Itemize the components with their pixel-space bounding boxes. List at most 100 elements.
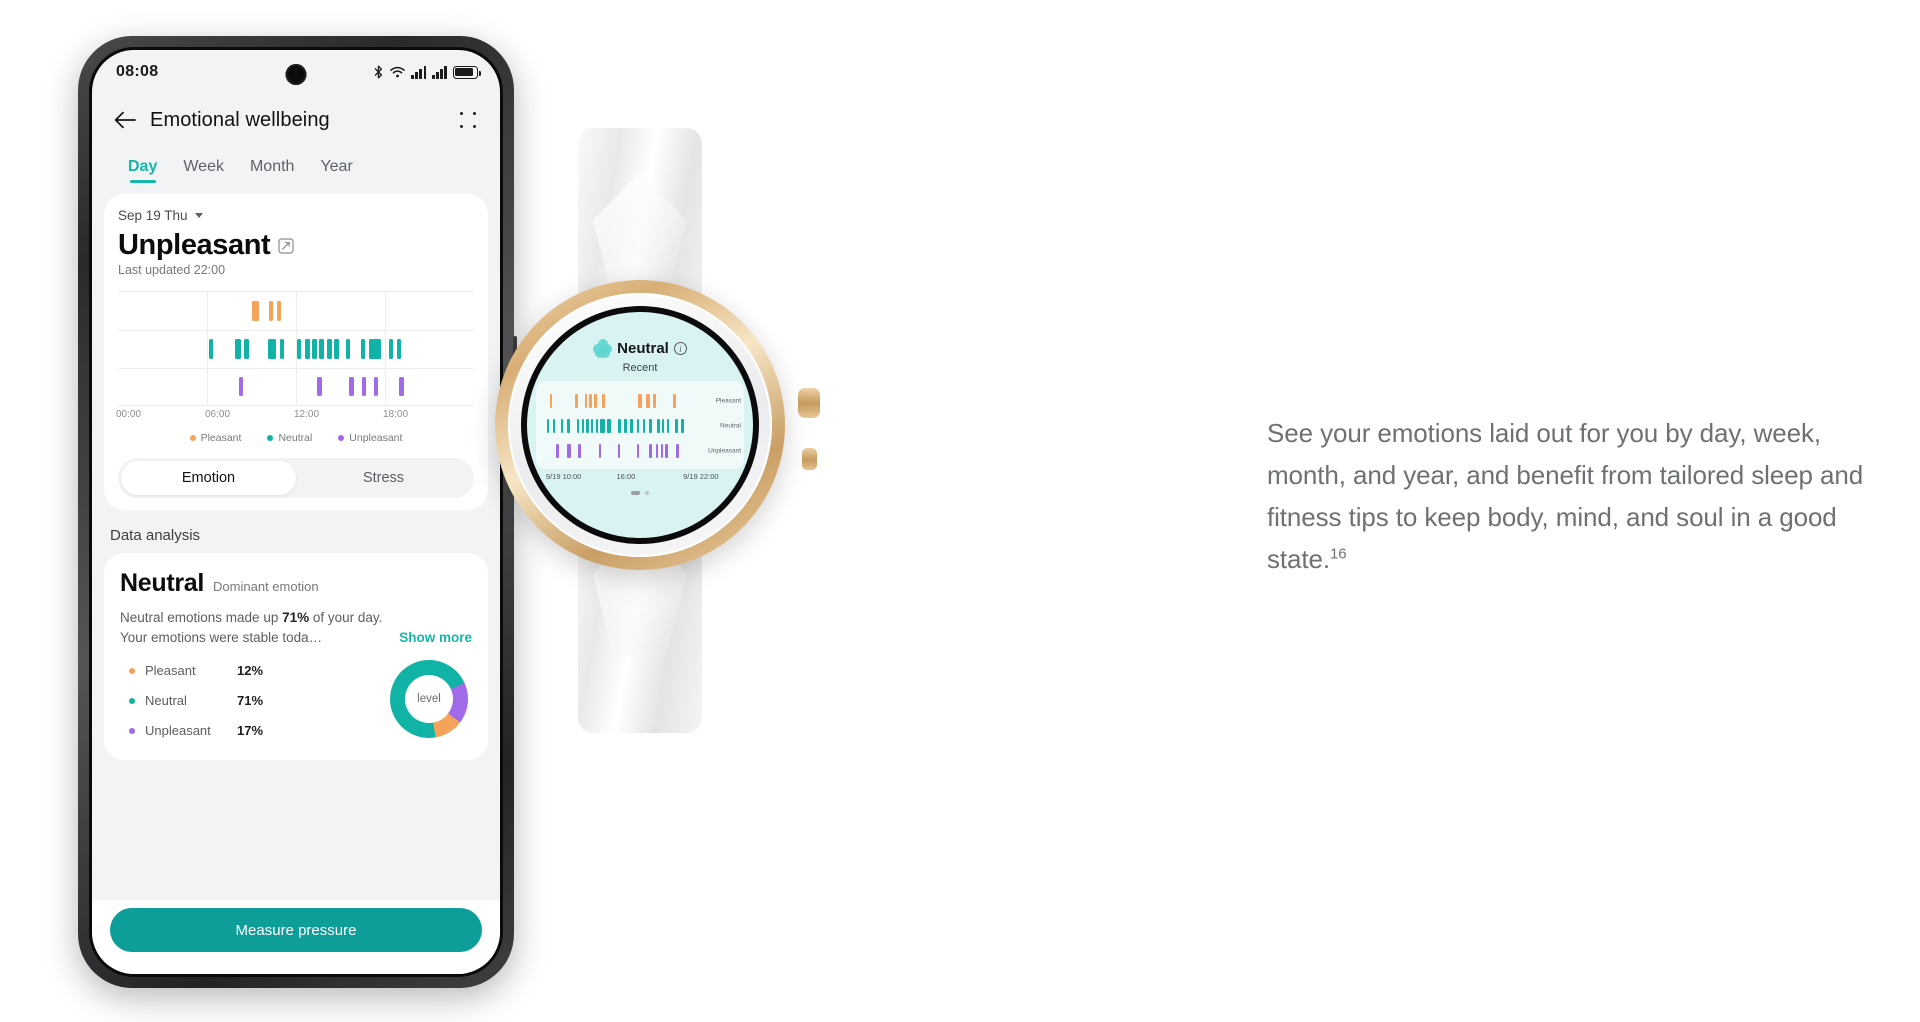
back-arrow-icon[interactable]: [114, 111, 136, 129]
chart-lane-unpleasant: [118, 368, 474, 406]
chart-legend: Pleasant Neutral Unpleasant: [118, 432, 474, 444]
watch-crown[interactable]: [798, 388, 820, 418]
watch-chart-bar: [649, 444, 652, 458]
legend-label: Neutral: [278, 432, 313, 445]
chart-x-axis: 00:00 06:00 12:00 18:00: [116, 409, 474, 427]
chart-bar: [297, 339, 302, 359]
chart-bar: [269, 301, 274, 322]
watch-x-axis-label: 9/19 10:00: [545, 472, 582, 481]
tab-week[interactable]: Week: [183, 158, 224, 183]
page-title: Emotional wellbeing: [150, 108, 330, 131]
chart-bar: [333, 339, 339, 359]
watch-chart-bar: [636, 444, 640, 458]
watch-lane-label: Unpleasant: [708, 447, 741, 455]
watch-chart-bar: [676, 444, 679, 458]
chart-bar: [345, 339, 350, 359]
wifi-icon: [390, 66, 405, 78]
chart-lane-neutral: [118, 330, 474, 368]
legend-item: Unpleasant: [338, 432, 402, 444]
footnote-marker: 16: [1330, 545, 1347, 563]
legend-label: Unpleasant: [349, 432, 403, 445]
tab-day[interactable]: Day: [128, 158, 157, 183]
dominant-emotion-row: Neutral Dominant emotion: [120, 569, 472, 598]
phone-screen: 08:08 Emotional wellbeing Day Week Month…: [92, 50, 500, 974]
mood-row: Unpleasant: [118, 230, 474, 260]
chart-bar: [276, 301, 281, 322]
watch-chart-bar: [673, 394, 676, 408]
watch-chart-bar: [584, 394, 588, 408]
watch-lane-label: Pleasant: [715, 397, 741, 405]
watch-chart-bar: [598, 444, 602, 458]
watch-chart-x-axis: 9/19 10:00 16:00 9/19 22:00: [542, 472, 738, 484]
chart-bar: [373, 376, 378, 397]
segment-stress[interactable]: Stress: [296, 461, 471, 495]
x-axis-label: 18:00: [383, 409, 409, 421]
watch-chart-bar: [578, 444, 581, 458]
watch-chart-bar: [546, 419, 550, 433]
show-more-link[interactable]: Show more: [399, 628, 472, 647]
measure-pressure-button[interactable]: Measure pressure: [110, 908, 482, 952]
breakdown-row: Pleasant 12%: [120, 660, 390, 682]
watch-bezel: Neutral i Recent 9/19 10:00 16:00 9/19 22:…: [508, 293, 772, 557]
watch-chart-bar: [586, 419, 589, 433]
watch-chart-bar: [567, 419, 570, 433]
watch-side-button[interactable]: [802, 448, 817, 470]
breakdown-percent: 12%: [237, 663, 264, 679]
summary-line-2: Your emotions were stable toda…: [120, 629, 323, 645]
chart-bar: [267, 339, 276, 359]
watch-chart-bar: [636, 419, 640, 433]
info-icon[interactable]: i: [673, 342, 687, 355]
watch-lane-neutral: [542, 413, 700, 439]
legend-swatch: [267, 435, 274, 442]
legend-label: Pleasant: [200, 432, 242, 445]
tab-month[interactable]: Month: [250, 158, 294, 183]
date-selector[interactable]: Sep 19 Thu: [118, 208, 474, 223]
donut-center-label: level: [405, 674, 453, 723]
watch-chart-bar: [630, 419, 633, 433]
breakdown-swatch: [129, 727, 135, 734]
legend-swatch: [338, 435, 345, 442]
watch-chart-bar: [567, 444, 571, 458]
dominant-emotion-value: Neutral: [120, 569, 205, 598]
chart-bar: [305, 339, 311, 359]
marketing-copy-text: See your emotions laid out for you by da…: [1267, 418, 1864, 575]
watch-chart-bar: [666, 419, 670, 433]
watch-chart-bar: [665, 444, 668, 458]
chart-bar: [361, 376, 366, 397]
breakdown-swatch: [129, 667, 135, 674]
watch-chart-bar: [638, 394, 642, 408]
watch-chart-bar: [594, 394, 597, 408]
x-axis-label: 00:00: [116, 409, 142, 421]
summary-line-2-row: Your emotions were stable toda… Show mor…: [120, 628, 472, 647]
chart-bar: [397, 339, 402, 359]
watch-chart-bar: [662, 419, 665, 433]
tab-year[interactable]: Year: [320, 158, 352, 183]
breakdown-name: Unpleasant: [145, 723, 211, 739]
chart-bar: [244, 339, 250, 359]
chart-bar: [369, 339, 382, 359]
status-icons: [373, 65, 482, 79]
chart-bar: [317, 376, 322, 397]
watch-lane-pleasant: [542, 388, 700, 414]
signal-icon: [411, 65, 427, 79]
watch-chart-bar: [652, 394, 656, 408]
edit-note-icon[interactable]: [278, 238, 294, 255]
segment-emotion[interactable]: Emotion: [121, 461, 296, 496]
watch-chart-bar: [660, 444, 664, 458]
chart-bar: [208, 339, 213, 359]
mood-value: Unpleasant: [118, 229, 271, 261]
metric-toggle: Emotion Stress: [118, 458, 474, 499]
chart-bar: [279, 339, 284, 359]
front-camera-icon: [285, 64, 307, 85]
watch-emotion-chart: 9/19 10:00 16:00 9/19 22:00 Pleasant Neutra…: [536, 381, 744, 481]
legend-item: Neutral: [267, 432, 312, 444]
watch-chart-bar: [589, 394, 592, 408]
legend-item: Pleasant: [189, 432, 242, 445]
flower-icon: [593, 339, 613, 358]
watch-chart-bar: [624, 419, 627, 433]
watch-lane-label: Neutral: [720, 422, 741, 430]
watch-chart-bar: [657, 419, 660, 433]
chart-bar: [235, 339, 241, 359]
watch-chart-bar: [581, 419, 584, 433]
period-tabs: Day Week Month Year: [92, 146, 500, 194]
